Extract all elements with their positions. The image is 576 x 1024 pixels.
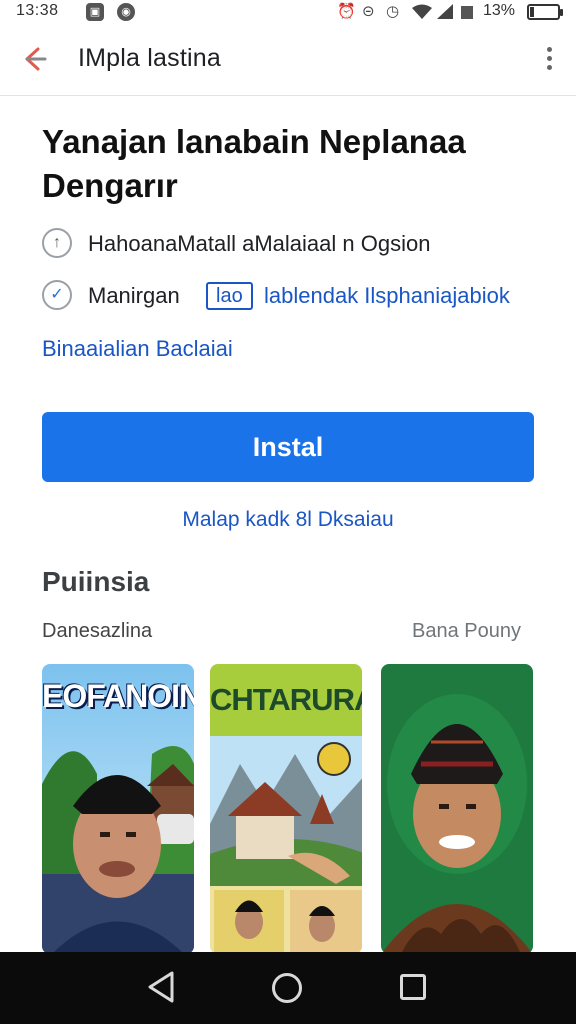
- info-row-label: Manirgan: [88, 283, 180, 308]
- arrow-left-icon[interactable]: [18, 42, 52, 76]
- secondary-link[interactable]: Malap kadk 8l Dksaiau: [0, 508, 576, 532]
- status-bar: 13:38 ▣ ◉ ⏰ ⊝ ◷ 13%: [0, 0, 576, 24]
- clock-icon: ◷: [386, 3, 400, 20]
- info-row-text: HahoanaMatall aMalaiaal n Ogsion: [88, 231, 431, 256]
- wifi-icon: [412, 4, 432, 19]
- nav-back-icon[interactable]: [146, 970, 176, 1004]
- screenshot-3[interactable]: [381, 664, 533, 954]
- status-time: 13:38: [16, 2, 59, 19]
- section-title: Puiinsia: [42, 566, 150, 597]
- notification-app-icon: ▣: [86, 3, 104, 21]
- battery-percent: 13%: [483, 2, 516, 19]
- more-vertical-icon[interactable]: [536, 44, 562, 74]
- screenshot-1[interactable]: EOFANOIN: [42, 664, 194, 954]
- notification-chat-icon: ◉: [117, 3, 135, 21]
- alarm-icon: ⏰: [337, 3, 356, 20]
- info-icon: ↑: [42, 228, 72, 258]
- screenshot-3-image: [381, 664, 533, 954]
- install-button[interactable]: Instal: [42, 412, 534, 482]
- page-title: Yanajan lanabain Neplanaa Dengarır: [42, 123, 466, 204]
- app-bar: IMpla lastina: [0, 24, 576, 96]
- info-row-link[interactable]: lablendak Ilsphaniajabiok: [264, 283, 510, 309]
- navigation-bar: [0, 952, 576, 1024]
- details-link[interactable]: Binaaialian Baclaiai: [42, 336, 233, 362]
- nav-recents-icon[interactable]: [400, 974, 426, 1000]
- info-row: ✓ Manirgan lao lablendak Ilsphaniajabiok: [42, 278, 552, 314]
- section-subtitle-right[interactable]: Bana Pouny: [412, 620, 521, 643]
- section-subtitle-left: Danesazlina: [42, 620, 153, 642]
- signal-icon-2: [461, 6, 473, 19]
- nav-home-icon[interactable]: [272, 973, 302, 1003]
- do-not-disturb-icon: ⊝: [362, 3, 375, 20]
- info-row: ↑ HahoanaMatall aMalaiaal n Ogsion: [42, 226, 552, 262]
- battery-level-fill: [530, 7, 534, 17]
- app-bar-title: IMpla lastina: [78, 44, 221, 72]
- battery-icon: [527, 4, 563, 20]
- signal-icon: [437, 4, 453, 19]
- screenshot-2-caption: CHTARURA: [210, 664, 362, 736]
- check-circle-icon: ✓: [42, 280, 72, 310]
- screenshot-1-caption: EOFANOIN: [42, 678, 194, 714]
- screenshot-2[interactable]: CHTARURA: [210, 664, 362, 954]
- info-row-chip[interactable]: lao: [206, 282, 253, 310]
